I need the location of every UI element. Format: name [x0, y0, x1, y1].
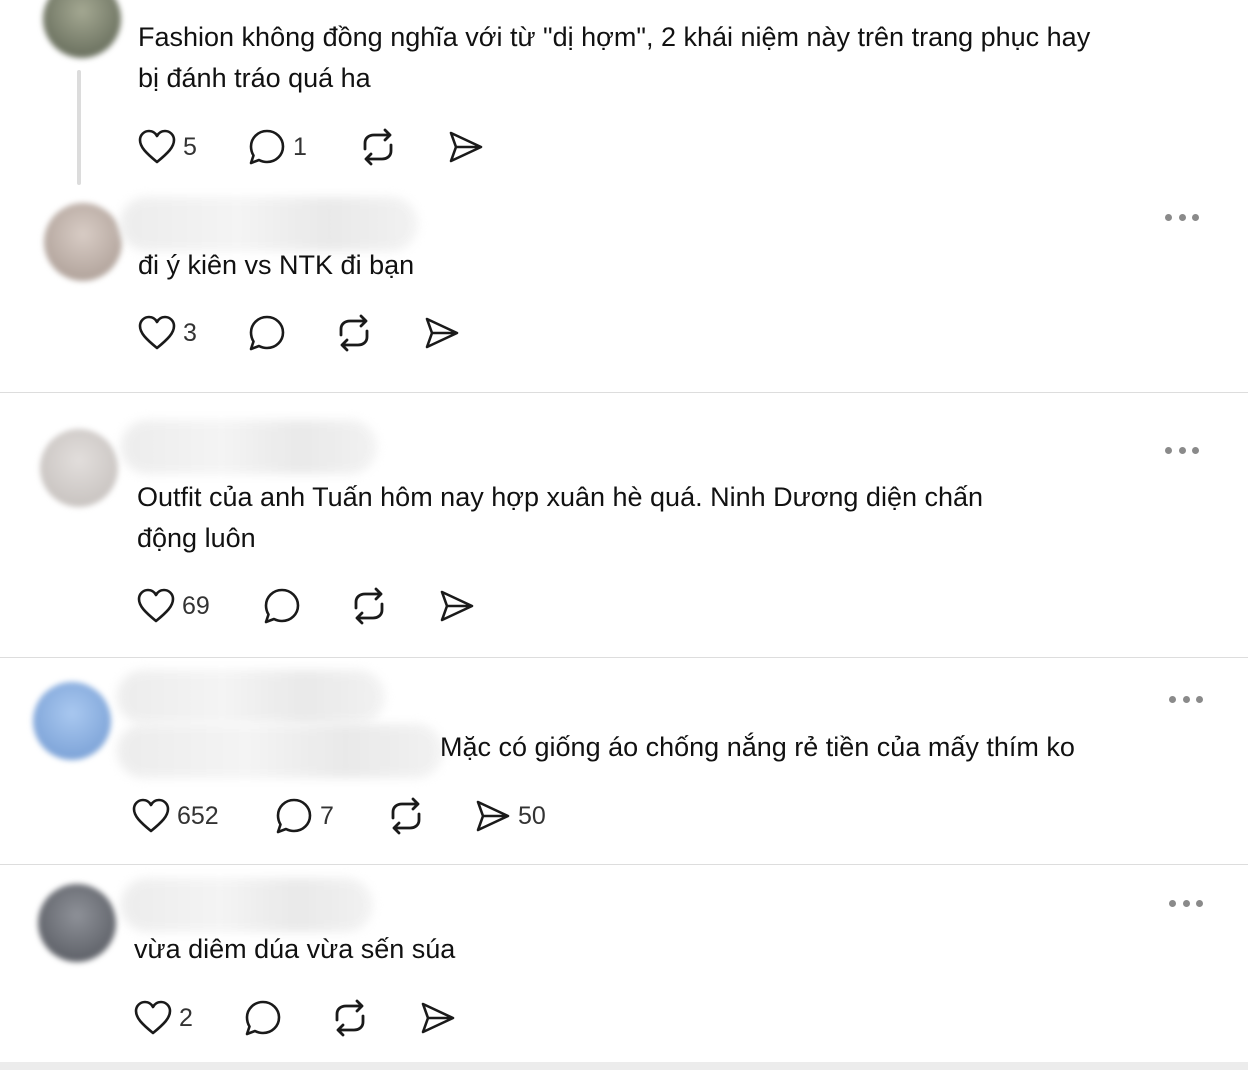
reply-button[interactable] [263, 586, 301, 626]
avatar[interactable] [38, 884, 116, 962]
comment-icon [249, 129, 285, 165]
thread-line [77, 70, 81, 185]
comment-icon [264, 588, 300, 624]
repost-button[interactable] [349, 586, 389, 626]
more-options-button[interactable] [1169, 696, 1203, 704]
like-button[interactable]: 2 [134, 998, 193, 1038]
bottom-separator [0, 1062, 1248, 1070]
author-name-blurred[interactable] [121, 420, 377, 474]
share-button[interactable] [422, 313, 460, 353]
post-actions: 5 1 [138, 127, 538, 167]
more-options-icon [1169, 696, 1176, 703]
repost-button[interactable] [358, 127, 398, 167]
reply-button[interactable] [248, 313, 286, 353]
like-count: 3 [183, 318, 197, 347]
more-options-icon [1169, 900, 1176, 907]
share-button[interactable] [418, 998, 456, 1038]
repost-icon [335, 999, 365, 1037]
post-text: vừa diêm dúa vừa sến súa [134, 929, 455, 970]
like-count: 69 [182, 591, 210, 620]
more-options-button[interactable] [1165, 214, 1199, 222]
post-actions: 69 [137, 586, 537, 626]
author-name-blurred[interactable] [117, 670, 385, 724]
post-text: Mặc có giống áo chống nắng rẻ tiền của m… [440, 727, 1075, 768]
repost-icon [391, 797, 421, 835]
like-count: 5 [183, 132, 197, 161]
post-text: Outfit của anh Tuấn hôm nay hợp xuân hè … [137, 477, 983, 559]
avatar[interactable] [44, 203, 122, 281]
send-icon [476, 800, 510, 832]
reply-button[interactable]: 7 [275, 796, 334, 836]
like-button[interactable]: 652 [132, 796, 219, 836]
reply-count: 7 [320, 801, 334, 830]
avatar[interactable] [33, 682, 111, 760]
author-name-blurred[interactable] [120, 197, 418, 251]
repost-button[interactable] [330, 998, 370, 1038]
author-handle-blurred[interactable] [117, 724, 443, 778]
share-button[interactable] [437, 586, 475, 626]
more-options-icon [1165, 214, 1172, 221]
heart-icon [132, 798, 170, 833]
share-button[interactable] [446, 127, 484, 167]
post-text-line: Mặc có giống áo chống nắng rẻ tiền của m… [440, 732, 1075, 762]
repost-icon [354, 587, 384, 625]
post-text-line: Fashion không đồng nghĩa với từ "dị hợm"… [138, 22, 1091, 52]
comment-icon [245, 1000, 281, 1036]
author-name-blurred[interactable] [121, 878, 373, 932]
reply-button[interactable] [244, 998, 282, 1038]
divider [0, 864, 1248, 865]
like-count: 652 [177, 801, 219, 830]
reply-count: 1 [293, 132, 307, 161]
like-button[interactable]: 5 [138, 127, 197, 167]
reply-button[interactable]: 1 [248, 127, 307, 167]
more-options-icon [1165, 447, 1172, 454]
heart-icon [138, 129, 176, 164]
more-options-button[interactable] [1165, 447, 1199, 455]
share-count: 50 [518, 801, 546, 830]
share-button[interactable]: 50 [473, 796, 546, 836]
send-icon [440, 590, 474, 622]
heart-icon [138, 315, 176, 350]
like-button[interactable]: 3 [138, 313, 197, 353]
post-text-line: vừa diêm dúa vừa sến súa [134, 934, 456, 964]
avatar[interactable] [40, 429, 118, 507]
avatar[interactable] [43, 0, 121, 58]
repost-button[interactable] [334, 313, 374, 353]
post-actions: 652 7 50 [132, 796, 592, 836]
send-icon [425, 317, 459, 349]
post-text-line: đi ý kiên vs NTK đi bạn [138, 250, 415, 280]
like-button[interactable]: 69 [137, 586, 210, 626]
divider [0, 392, 1248, 393]
post-actions: 3 [138, 313, 538, 353]
send-icon [449, 131, 483, 163]
more-options-button[interactable] [1169, 900, 1203, 908]
divider [0, 657, 1248, 658]
like-count: 2 [179, 1003, 193, 1032]
repost-button[interactable] [386, 796, 426, 836]
heart-icon [137, 588, 175, 623]
post-text-line: bị đánh tráo quá ha [138, 63, 371, 93]
post-text-line: động luôn [137, 523, 256, 553]
send-icon [421, 1002, 455, 1034]
post-text-line: Outfit của anh Tuấn hôm nay hợp xuân hè … [137, 482, 984, 512]
repost-icon [363, 128, 393, 166]
heart-icon [134, 1000, 172, 1035]
repost-icon [339, 314, 369, 352]
post-text: đi ý kiên vs NTK đi bạn [138, 245, 414, 286]
comment-icon [276, 798, 312, 834]
post-text: Fashion không đồng nghĩa với từ "dị hợm"… [138, 17, 1090, 99]
post-actions: 2 [134, 998, 534, 1038]
comment-icon [249, 315, 285, 351]
